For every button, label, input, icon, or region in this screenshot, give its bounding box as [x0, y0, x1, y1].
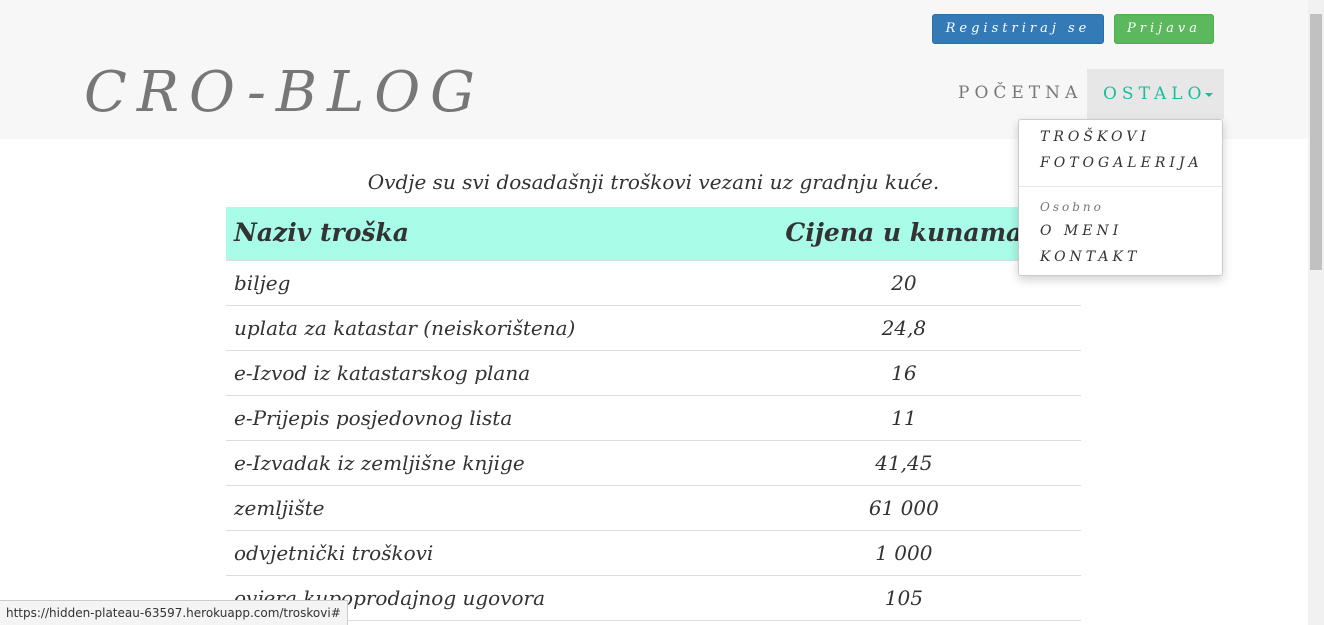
cost-name: uplata za katastar (neiskorištena) [226, 305, 727, 351]
page-scrollbar[interactable] [1308, 0, 1324, 625]
table-row: odvjetnički troškovi 1 000 [226, 530, 1081, 576]
site-brand[interactable]: CRO-BLOG [84, 58, 485, 128]
cost-price: 1 000 [726, 530, 1081, 576]
cost-price: 16 [726, 350, 1081, 396]
cost-name: biljeg [226, 260, 727, 306]
column-header-name: Naziv troška [226, 207, 727, 261]
table-row: e-Izvod iz katastarskog plana 16 [226, 350, 1081, 396]
table-row: e-Izvadak iz zemljišne knjige 41,45 [226, 440, 1081, 486]
nav-other-dropdown[interactable]: OSTALO [1087, 69, 1224, 119]
dropdown-item-kontakt[interactable]: KONTAKT [1040, 247, 1140, 267]
caret-down-icon [1204, 92, 1213, 97]
costs-table: Naziv troška Cijena u kunama biljeg 20 u… [226, 207, 1081, 621]
cost-price: 41,45 [726, 440, 1081, 486]
scrollbar-thumb[interactable] [1310, 14, 1322, 270]
cost-name: zemljište [226, 485, 727, 531]
cost-name: odvjetnički troškovi [226, 530, 727, 576]
table-row: zemljište 61 000 [226, 485, 1081, 531]
cost-name: e-Prijepis posjedovnog lista [226, 395, 727, 441]
page-intro-text: Ovdje su svi dosadašnji troškovi vezani … [367, 170, 940, 194]
other-dropdown-menu: TROŠKOVI FOTOGALERIJA Osobno O MENI KONT… [1018, 119, 1223, 276]
cost-price: 11 [726, 395, 1081, 441]
register-button[interactable]: Registriraj se [932, 14, 1104, 44]
dropdown-item-troskovi[interactable]: TROŠKOVI [1040, 127, 1150, 147]
cost-price: 24,8 [726, 305, 1081, 351]
cost-price: 105 [726, 575, 1081, 621]
dropdown-item-fotogalerija[interactable]: FOTOGALERIJA [1040, 153, 1203, 173]
table-row: e-Prijepis posjedovnog lista 11 [226, 395, 1081, 441]
dropdown-divider [1019, 186, 1222, 187]
nav-home-link[interactable]: POČETNA [958, 80, 1082, 106]
table-row: uplata za katastar (neiskorištena) 24,8 [226, 305, 1081, 351]
cost-name: e-Izvadak iz zemljišne knjige [226, 440, 727, 486]
cost-price: 61 000 [726, 485, 1081, 531]
table-row: biljeg 20 [226, 260, 1081, 306]
nav-other-label: OSTALO [1103, 84, 1207, 104]
cost-name: e-Izvod iz katastarskog plana [226, 350, 727, 396]
table-row: ovjera kupoprodajnog ugovora 105 [226, 575, 1081, 621]
dropdown-section-header: Osobno [1040, 200, 1104, 214]
table-header-row: Naziv troška Cijena u kunama [226, 207, 1081, 261]
login-button[interactable]: Prijava [1114, 14, 1214, 44]
browser-status-bar: https://hidden-plateau-63597.herokuapp.c… [0, 600, 348, 625]
dropdown-item-o-meni[interactable]: O MENI [1040, 221, 1122, 241]
